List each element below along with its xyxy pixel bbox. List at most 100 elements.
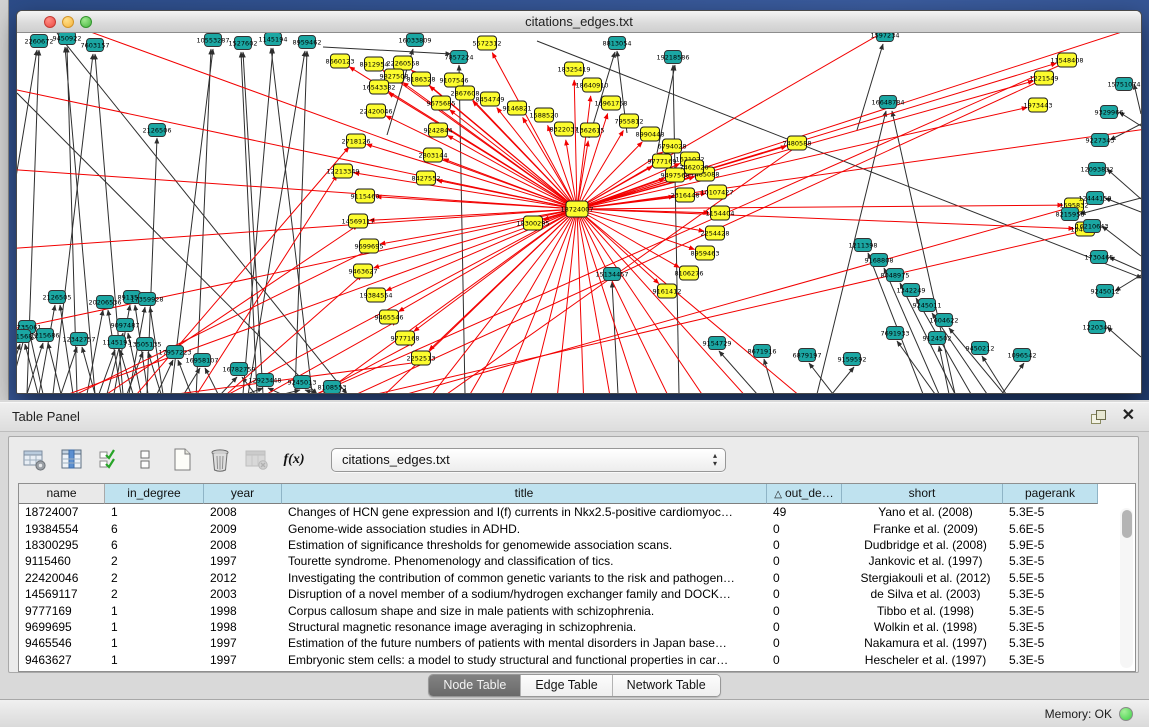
node-label: 10553287: [196, 36, 229, 44]
node-label: 9154729: [703, 339, 732, 347]
table-selector-dropdown[interactable]: citations_edges.txt ▴▾: [331, 448, 726, 472]
close-panel-icon[interactable]: ✕: [1122, 406, 1135, 426]
cell-out_de: 49: [767, 505, 842, 519]
cell-name: 22420046: [19, 571, 105, 585]
column-header-in_degree[interactable]: in_degree: [105, 484, 204, 504]
cell-pagerank: 5.3E-5: [1003, 653, 1098, 667]
memory-status-indicator[interactable]: [1119, 707, 1133, 721]
node-label: 7462026: [680, 163, 709, 171]
node-label: 12213349: [326, 167, 359, 175]
tab-edge-table[interactable]: Edge Table: [520, 675, 611, 696]
citation-edge: [357, 81, 1040, 393]
table-row[interactable]: 2242004622012Investigating the contribut…: [19, 570, 1135, 586]
cell-short: Tibbo et al. (1998): [842, 604, 1003, 618]
float-panel-icon[interactable]: [1091, 410, 1105, 424]
cell-name: 9463627: [19, 653, 105, 667]
node-label: 7603157: [81, 41, 110, 49]
cell-pagerank: 5.3E-5: [1003, 636, 1098, 650]
cell-out_de: 0: [767, 620, 842, 634]
edge: [243, 48, 273, 393]
node-label: 5572312: [473, 39, 502, 47]
table-row[interactable]: 1456911722003Disruption of a novel membe…: [19, 586, 1135, 602]
table-row[interactable]: 969969511998Structural magnetic resonanc…: [19, 619, 1135, 635]
table-row[interactable]: 977716911998Corpus callosum shape and si…: [19, 602, 1135, 618]
cell-out_de: 0: [767, 554, 842, 568]
table-row[interactable]: 1872400712008Changes of HCN gene express…: [19, 504, 1135, 520]
network-graph-canvas[interactable]: 1872400786601238912954222605589827508818…: [17, 33, 1141, 393]
cell-short: Wolkin et al. (1998): [842, 620, 1003, 634]
function-builder-icon[interactable]: f(x): [280, 446, 308, 474]
node-label: 8427552: [412, 174, 441, 182]
edge: [157, 360, 173, 393]
tab-network-table[interactable]: Network Table: [612, 675, 720, 696]
table-row[interactable]: 911546021997Tourette syndrome. Phenomeno…: [19, 553, 1135, 569]
node-label: 1604622: [930, 316, 959, 324]
node-label: 9827508: [380, 72, 409, 80]
edge: [184, 368, 200, 393]
node-label: 8106276: [675, 269, 704, 277]
toggle-panel-icon[interactable]: [132, 446, 160, 474]
node-label: 9245012: [1091, 287, 1120, 295]
delete-column-icon[interactable]: [206, 446, 234, 474]
node-label: 16210643: [1075, 222, 1108, 230]
node-label: 11548408: [1050, 56, 1083, 64]
table-header-row: namein_degreeyeartitle△out_de…shortpager…: [19, 484, 1135, 504]
edge: [61, 347, 77, 393]
node-label: 22420046: [359, 107, 392, 115]
select-rows-icon[interactable]: [95, 446, 123, 474]
column-header-pagerank[interactable]: pagerank: [1003, 484, 1098, 504]
cell-out_de: 0: [767, 604, 842, 618]
table-row[interactable]: 946554611997Estimation of the future num…: [19, 635, 1135, 651]
edge: [284, 390, 300, 393]
node-label: 1730465: [1085, 253, 1114, 261]
table-row[interactable]: 1830029562008Estimation of significance …: [19, 537, 1135, 553]
node-label: 2718126: [342, 137, 371, 145]
table-panel: Table Panel ✕: [0, 400, 1149, 727]
edge: [178, 360, 191, 393]
node-label: 9465546: [375, 313, 404, 321]
cell-title: Genome-wide association studies in ADHD.: [282, 522, 767, 536]
cell-name: 18724007: [19, 505, 105, 519]
column-header-short[interactable]: short: [842, 484, 1003, 504]
node-label: 14569117: [341, 217, 374, 225]
table-vertical-scrollbar[interactable]: [1120, 508, 1133, 668]
cell-year: 1997: [204, 554, 282, 568]
citation-edge: [493, 209, 577, 393]
cell-out_de: 0: [767, 571, 842, 585]
column-header-title[interactable]: title: [282, 484, 767, 504]
node-label: 8108553: [318, 383, 347, 391]
node-label: 9463627: [349, 267, 378, 275]
cell-in_degree: 2: [105, 571, 204, 585]
node-label: 9245011: [913, 301, 942, 309]
node-label: 8990448: [636, 130, 665, 138]
cell-title: Investigating the contribution of common…: [282, 571, 767, 585]
network-view-window: citations_edges.txt 18724007866012389129…: [16, 10, 1142, 394]
column-header-name[interactable]: name: [19, 484, 105, 504]
table-panel-header: Table Panel ✕: [0, 402, 1149, 432]
edge: [171, 49, 213, 393]
table-panel-body: f(x) citations_edges.txt ▴▾ namein_degre…: [8, 436, 1139, 673]
create-column-icon[interactable]: [169, 446, 197, 474]
column-header-out_de[interactable]: △out_de…: [767, 484, 842, 504]
table-mode-icon[interactable]: [21, 446, 49, 474]
scrollbar-thumb[interactable]: [1122, 510, 1132, 538]
edge: [949, 328, 1004, 393]
node-label: 9107546: [440, 76, 469, 84]
node-label: 9329966: [1095, 108, 1124, 116]
node-label: 9227343: [1086, 136, 1115, 144]
network-window-titlebar[interactable]: citations_edges.txt: [17, 11, 1141, 33]
node-label: 1145193: [103, 338, 132, 346]
cell-in_degree: 1: [105, 604, 204, 618]
node-label: 1362615: [576, 126, 605, 134]
node-label: 6794028: [658, 142, 687, 150]
show-columns-icon[interactable]: [58, 446, 86, 474]
cell-title: Structural magnetic resonance image aver…: [282, 620, 767, 634]
tab-node-table[interactable]: Node Table: [429, 675, 520, 696]
table-row[interactable]: 1938455462009Genome-wide association stu…: [19, 520, 1135, 536]
cell-out_de: 0: [767, 587, 842, 601]
column-header-year[interactable]: year: [204, 484, 282, 504]
node-label: 16033809: [398, 36, 431, 44]
cell-year: 1997: [204, 636, 282, 650]
delete-table-icon[interactable]: [243, 446, 271, 474]
table-row[interactable]: 946362711997Embryonic stem cells: a mode…: [19, 652, 1135, 668]
